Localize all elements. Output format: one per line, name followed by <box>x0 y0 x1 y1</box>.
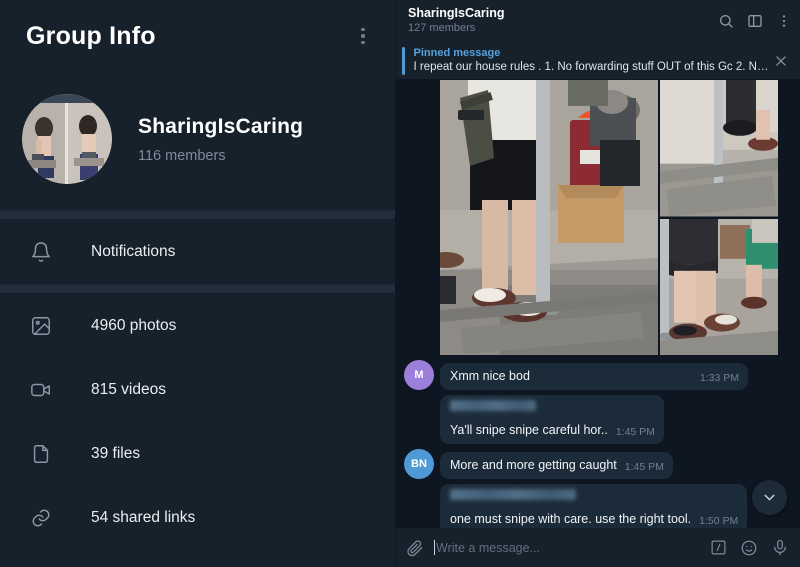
video-icon <box>26 379 56 401</box>
message-row: BN More and more getting caught 1:45 PM <box>396 448 800 479</box>
composer-actions <box>710 539 789 557</box>
avatar[interactable] <box>22 94 112 184</box>
sidebar-item-label: 54 shared links <box>91 509 196 526</box>
file-icon <box>26 443 56 465</box>
photo-album-message[interactable] <box>440 80 778 355</box>
dots-vertical-icon[interactable] <box>776 13 792 29</box>
close-icon[interactable] <box>770 50 792 72</box>
divider <box>0 210 395 220</box>
slash-command-icon[interactable] <box>710 539 727 556</box>
chat-header-actions <box>718 13 792 29</box>
album-photo-large[interactable] <box>440 80 658 355</box>
message-bubble[interactable]: one must snipe with care. use the right … <box>440 483 748 528</box>
microphone-icon[interactable] <box>771 539 789 557</box>
group-profile[interactable]: SharingIsCaring 116 members <box>0 72 395 210</box>
message-row: M Xmm nice bod 1:33 PM <box>396 360 800 390</box>
chat-title: SharingIsCaring <box>408 5 505 20</box>
message-input[interactable]: Write a message... <box>436 541 540 555</box>
group-member-count: 116 members <box>138 147 226 164</box>
message-time: 1:33 PM <box>699 372 739 384</box>
chevron-down-icon[interactable] <box>752 480 787 515</box>
message-text: one must snipe with care. use the right … <box>450 511 692 526</box>
emoji-icon[interactable] <box>740 539 758 557</box>
group-name: SharingIsCaring <box>138 114 304 138</box>
message-content: one must snipe with care. use the right … <box>450 511 738 528</box>
avatar-placeholder <box>404 414 434 444</box>
message-row: Ya'll snipe snipe careful hor.. 1:45 PM <box>396 395 800 444</box>
page-title: Group Info <box>26 21 156 50</box>
telegram-window: Group Info SharingIsCaring 116 members N… <box>0 0 800 567</box>
pinned-label: Pinned message <box>413 46 501 59</box>
message-time: 1:45 PM <box>624 460 664 473</box>
divider <box>0 284 395 294</box>
sidebar-item-videos[interactable]: 815 videos <box>0 358 395 422</box>
group-profile-text: SharingIsCaring 116 members <box>138 115 303 164</box>
message-composer: Write a message... <box>396 528 800 567</box>
sidebar-item-label: 39 files <box>91 445 141 462</box>
avatar-initials: M <box>414 369 424 381</box>
sidebar-item-label: 4960 photos <box>91 317 177 334</box>
pinned-message[interactable]: Pinned message I repeat our house rules … <box>396 42 800 79</box>
panel-toggle-icon[interactable] <box>747 13 763 29</box>
avatar[interactable]: M <box>404 360 434 390</box>
message-text: Xmm nice bod <box>450 369 530 384</box>
message-text: Ya'll snipe snipe careful hor.. <box>450 423 608 437</box>
message-content: Ya'll snipe snipe careful hor.. 1:45 PM <box>450 422 655 439</box>
message-bubble[interactable]: More and more getting caught 1:45 PM <box>440 452 673 479</box>
chat-member-count: 127 members <box>408 22 476 35</box>
link-icon <box>26 507 56 529</box>
album-photo-bottom[interactable] <box>660 218 778 355</box>
message-bubble[interactable]: Ya'll snipe snipe careful hor.. 1:45 PM <box>440 395 664 444</box>
photo-icon <box>26 315 56 337</box>
sender-name-redacted <box>450 400 536 411</box>
message-row: one must snipe with care. use the right … <box>396 483 800 528</box>
chat-panel: SharingIsCaring 127 members Pinned messa… <box>396 0 800 567</box>
chat-header-texts: SharingIsCaring 127 members <box>408 6 718 36</box>
sidebar-item-notifications[interactable]: Notifications <box>0 220 395 284</box>
group-info-panel: Group Info SharingIsCaring 116 members N… <box>0 0 396 567</box>
message-text: More and more getting caught <box>450 458 617 472</box>
avatar-placeholder <box>404 503 434 528</box>
message-list: M Xmm nice bod 1:33 PM Ya'll snipe snipe… <box>396 79 800 528</box>
message-time: 1:50 PM <box>699 514 739 527</box>
sidebar-item-photos[interactable]: 4960 photos <box>0 294 395 358</box>
avatar-initials: BN <box>411 457 427 470</box>
search-icon[interactable] <box>718 13 734 29</box>
paperclip-icon[interactable] <box>406 539 424 557</box>
bell-icon <box>26 241 56 263</box>
sidebar-item-voice-messages[interactable]: 4 voice messages <box>0 550 395 567</box>
album-photo-top[interactable] <box>660 80 778 217</box>
message-time: 1:45 PM <box>615 425 655 438</box>
pinned-text: I repeat our house rules . 1. No forward… <box>413 60 771 73</box>
sender-name-redacted <box>450 488 576 500</box>
sidebar-item-label: Notifications <box>91 243 176 260</box>
search-input-wrap[interactable]: Write a message... <box>434 540 700 555</box>
group-info-header: Group Info <box>0 0 395 72</box>
message-bubble[interactable]: Xmm nice bod 1:33 PM <box>440 363 748 390</box>
dots-vertical-icon[interactable] <box>349 22 377 50</box>
sidebar-item-label: 815 videos <box>91 381 166 398</box>
pinned-texts: Pinned message I repeat our house rules … <box>414 46 771 76</box>
album-right-column <box>660 80 778 355</box>
chat-header: SharingIsCaring 127 members <box>396 0 800 42</box>
sidebar-item-files[interactable]: 39 files <box>0 422 395 486</box>
avatar[interactable]: BN <box>404 448 434 479</box>
text-caret <box>434 540 435 555</box>
sidebar-item-shared-links[interactable]: 54 shared links <box>0 486 395 550</box>
pinned-accent-bar <box>402 46 405 75</box>
